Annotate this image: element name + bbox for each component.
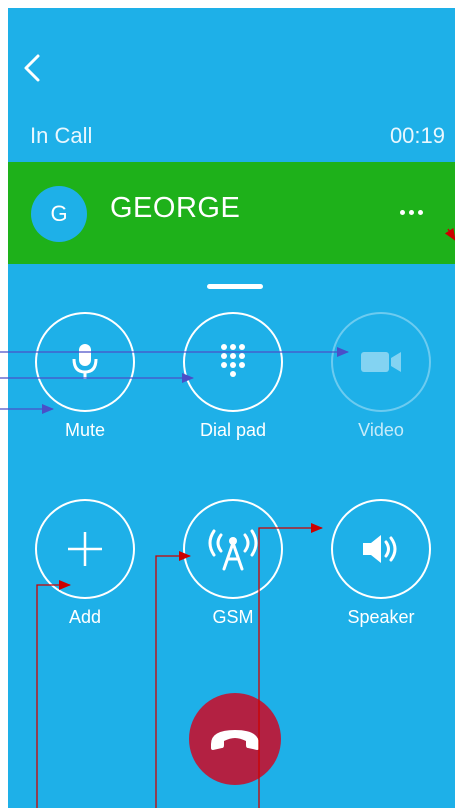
blue-annotation-arrows [0,347,349,414]
red-annotation-arrows [36,228,455,808]
annotation-overlay [0,228,455,808]
